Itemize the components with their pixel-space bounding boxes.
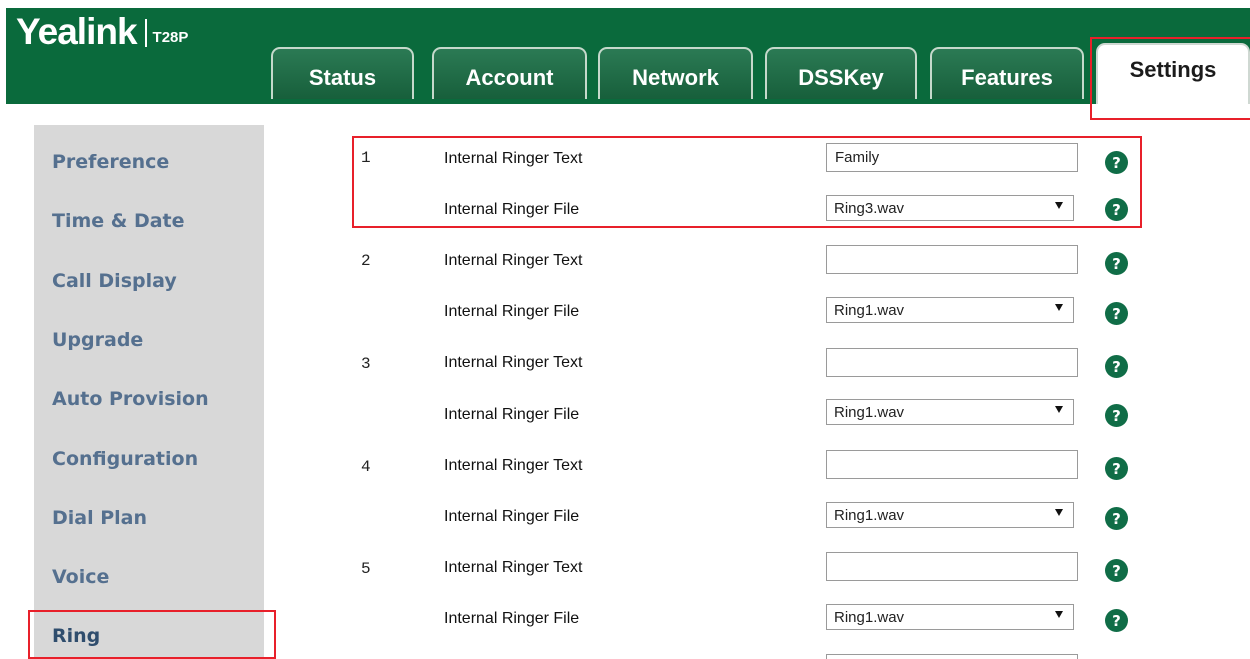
sidebar-item-configuration[interactable]: Configuration: [52, 448, 198, 470]
settings-tab-highlight: [1090, 37, 1250, 120]
tab-network[interactable]: Network: [598, 47, 753, 99]
brand-name: Yealink: [16, 11, 138, 52]
select-value: Ring1.wav: [834, 506, 905, 524]
select-value: Ring1.wav: [834, 301, 905, 319]
dropdown-arrow-icon: [1055, 509, 1063, 516]
ringer-text-input-3[interactable]: [826, 348, 1078, 377]
ringer-text-input-6[interactable]: [826, 654, 1078, 659]
ringer-text-input-4[interactable]: [826, 450, 1078, 479]
select-value: Ring1.wav: [834, 403, 905, 421]
sidebar-item-time-date[interactable]: Time & Date: [52, 210, 185, 232]
sidebar-item-voice[interactable]: Voice: [52, 566, 109, 588]
ringer-text-label-2: Internal Ringer Text: [444, 252, 583, 269]
ringer-number-5: 5: [361, 560, 371, 578]
ringer-text-label-4: Internal Ringer Text: [444, 457, 583, 474]
tab-dsskey[interactable]: DSSKey: [765, 47, 917, 99]
ringer-file-select-5[interactable]: Ring1.wav: [826, 604, 1074, 630]
ringer-file-label-2: Internal Ringer File: [444, 303, 580, 320]
ringer-1-highlight: [352, 136, 1142, 228]
ringer-number-2: 2: [361, 252, 371, 270]
ring-item-highlight: [28, 610, 276, 659]
tab-status[interactable]: Status: [271, 47, 414, 99]
ringer-text-input-2[interactable]: [826, 245, 1078, 274]
ringer-file-label-3: Internal Ringer File: [444, 406, 580, 423]
ringer-number-3: 3: [361, 355, 371, 373]
sidebar-item-upgrade[interactable]: Upgrade: [52, 329, 143, 351]
tab-features[interactable]: Features: [930, 47, 1084, 99]
help-icon[interactable]: ?: [1105, 302, 1128, 325]
ringer-file-select-2[interactable]: Ring1.wav: [826, 297, 1074, 323]
dropdown-arrow-icon: [1055, 406, 1063, 413]
logo-divider: [144, 19, 147, 47]
sidebar-item-dial-plan[interactable]: Dial Plan: [52, 507, 147, 529]
help-icon[interactable]: ?: [1105, 559, 1128, 582]
select-value: Ring1.wav: [834, 608, 905, 626]
ringer-file-label-4: Internal Ringer File: [444, 508, 580, 525]
ringer-text-input-5[interactable]: [826, 552, 1078, 581]
model-name: T28P: [152, 29, 189, 46]
help-icon[interactable]: ?: [1105, 355, 1128, 378]
sidebar-item-call-display[interactable]: Call Display: [52, 270, 177, 292]
dropdown-arrow-icon: [1055, 611, 1063, 618]
tab-account[interactable]: Account: [432, 47, 587, 99]
ringer-file-select-3[interactable]: Ring1.wav: [826, 399, 1074, 425]
sidebar-item-auto-provision[interactable]: Auto Provision: [52, 388, 209, 410]
yealink-logo: Yealink T28P: [16, 10, 188, 54]
help-icon[interactable]: ?: [1105, 252, 1128, 275]
help-icon[interactable]: ?: [1105, 609, 1128, 632]
help-icon[interactable]: ?: [1105, 507, 1128, 530]
ringer-file-select-4[interactable]: Ring1.wav: [826, 502, 1074, 528]
ringer-text-label-5: Internal Ringer Text: [444, 559, 583, 576]
help-icon[interactable]: ?: [1105, 404, 1128, 427]
ringer-text-label-3: Internal Ringer Text: [444, 354, 583, 371]
sidebar-item-preference[interactable]: Preference: [52, 151, 169, 173]
help-icon[interactable]: ?: [1105, 457, 1128, 480]
dropdown-arrow-icon: [1055, 304, 1063, 311]
ringer-number-4: 4: [361, 458, 371, 476]
ringer-file-label-5: Internal Ringer File: [444, 610, 580, 627]
